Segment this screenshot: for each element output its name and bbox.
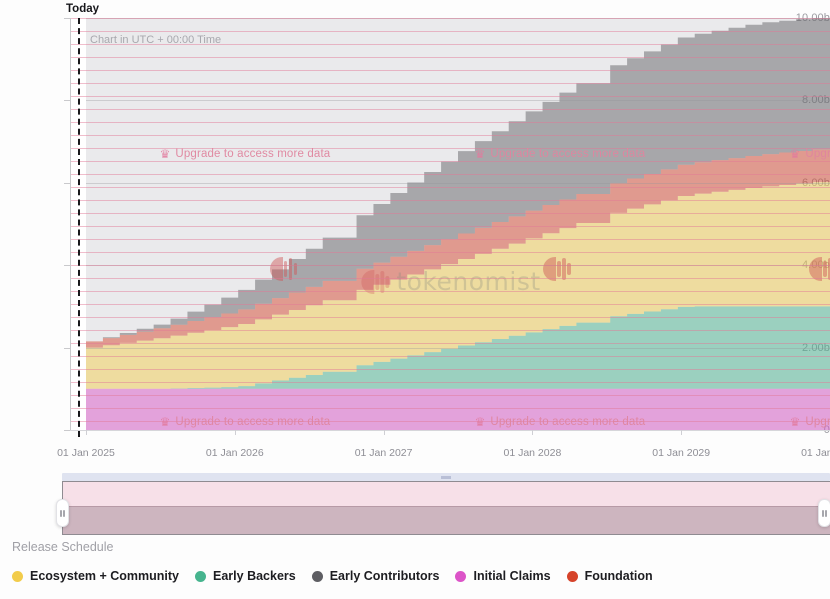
legend-item-ecosystem-community[interactable]: Ecosystem + Community	[12, 569, 179, 583]
today-marker-line	[78, 18, 80, 437]
legend-item-label: Ecosystem + Community	[30, 569, 180, 583]
x-axis-tick-label: 01 Jan 2029	[652, 447, 711, 459]
legend-color-swatch	[12, 570, 23, 582]
token-release-chart-page: tokenomist ♛ Upgrade to access more data…	[0, 0, 830, 599]
x-axis-tick-mark	[86, 430, 87, 435]
range-slider-divider	[63, 506, 830, 508]
y-axis-tick-mark	[64, 430, 70, 431]
legend-color-swatch	[455, 570, 467, 582]
x-axis-line	[70, 430, 830, 431]
legend-item-foundation[interactable]: Foundation	[566, 569, 653, 583]
x-axis-tick-label: 01 Jan 2026	[205, 447, 264, 459]
range-slider-track-grip[interactable]	[441, 476, 451, 479]
gridline	[70, 265, 830, 267]
x-axis-tick-label: 01 Jan 2027	[354, 447, 413, 459]
legend-item-early-contributors[interactable]: Early Contributors	[311, 569, 440, 583]
legend-color-swatch	[566, 570, 578, 582]
x-axis-tick-mark	[532, 430, 534, 435]
y-axis-tick-mark	[64, 265, 70, 267]
today-marker-label: Today	[66, 3, 100, 15]
legend-color-swatch	[311, 570, 323, 582]
legend-title: Release Schedule	[12, 540, 114, 554]
legend-item-label: Initial Claims	[473, 569, 551, 583]
gridline	[70, 18, 830, 19]
x-axis-tick-label: 01 Jan 2025	[57, 447, 115, 459]
plot-area[interactable]: tokenomist ♛ Upgrade to access more data…	[70, 18, 830, 430]
y-axis-tick-mark	[64, 100, 70, 102]
legend: Release Schedule Ecosystem + Community Ea…	[0, 540, 830, 583]
gridline	[70, 100, 830, 102]
timezone-note: Chart in UTC + 00:00 Time	[90, 34, 222, 46]
area-series-svg	[86, 18, 830, 430]
x-axis-tick-mark	[383, 430, 385, 435]
x-axis-tick-label: 01 Jan 2030	[801, 447, 830, 459]
y-axis-line	[70, 18, 71, 430]
range-slider-preview[interactable]	[62, 481, 830, 535]
y-axis-tick-mark	[64, 182, 70, 184]
y-axis-tick-mark	[64, 18, 70, 19]
legend-items: Ecosystem + Community Early Backers Early …	[12, 569, 830, 583]
legend-item-label: Early Contributors	[329, 569, 440, 583]
gridline	[70, 182, 830, 184]
legend-item-label: Early Backers	[213, 569, 296, 583]
range-slider-handle-right[interactable]	[818, 499, 830, 527]
legend-item-initial-claims[interactable]: Initial Claims	[455, 569, 551, 583]
legend-item-early-backers[interactable]: Early Backers	[195, 569, 296, 583]
gridline	[70, 347, 830, 349]
x-axis-tick-label: 01 Jan 2028	[503, 447, 562, 459]
area-series-initial-claims	[86, 388, 830, 430]
stacked-areas	[70, 18, 830, 430]
legend-color-swatch	[195, 570, 207, 582]
legend-item-label: Foundation	[584, 569, 653, 583]
x-axis-tick-mark	[234, 430, 236, 435]
x-axis-tick-mark	[681, 430, 683, 435]
range-slider[interactable]	[0, 465, 830, 535]
range-slider-track[interactable]	[62, 473, 830, 481]
chart-container: tokenomist ♛ Upgrade to access more data…	[0, 0, 830, 459]
range-slider-handle-left[interactable]	[56, 499, 69, 527]
y-axis-tick-mark	[64, 347, 70, 349]
